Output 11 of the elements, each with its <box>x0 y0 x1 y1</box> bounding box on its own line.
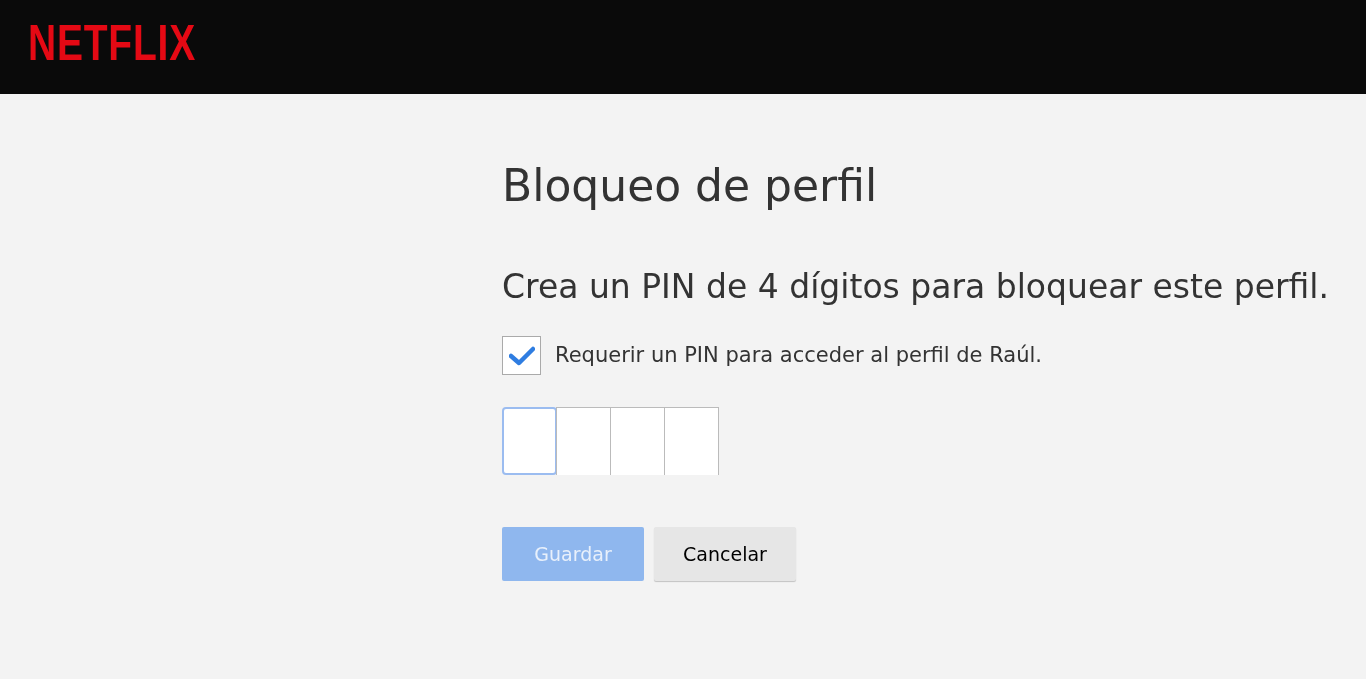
checkbox[interactable] <box>502 336 541 376</box>
netflix-logo[interactable]: NETFLIX <box>28 18 196 68</box>
subtitle: Crea un PIN de 4 dígitos para bloquear este perfil. <box>502 266 1330 307</box>
page-title: Bloqueo de perfil <box>502 160 879 213</box>
cancel-button[interactable]: Cancelar <box>654 527 796 582</box>
checkbox-label: Requerir un PIN para acceder al perfil de Raúl. <box>555 342 1042 370</box>
check-icon <box>508 345 535 366</box>
pin-digit-field[interactable] <box>664 407 719 476</box>
pin-digit-field[interactable] <box>502 407 557 476</box>
pin-digit-field[interactable] <box>610 407 665 476</box>
pin-digit-field[interactable] <box>556 407 611 476</box>
